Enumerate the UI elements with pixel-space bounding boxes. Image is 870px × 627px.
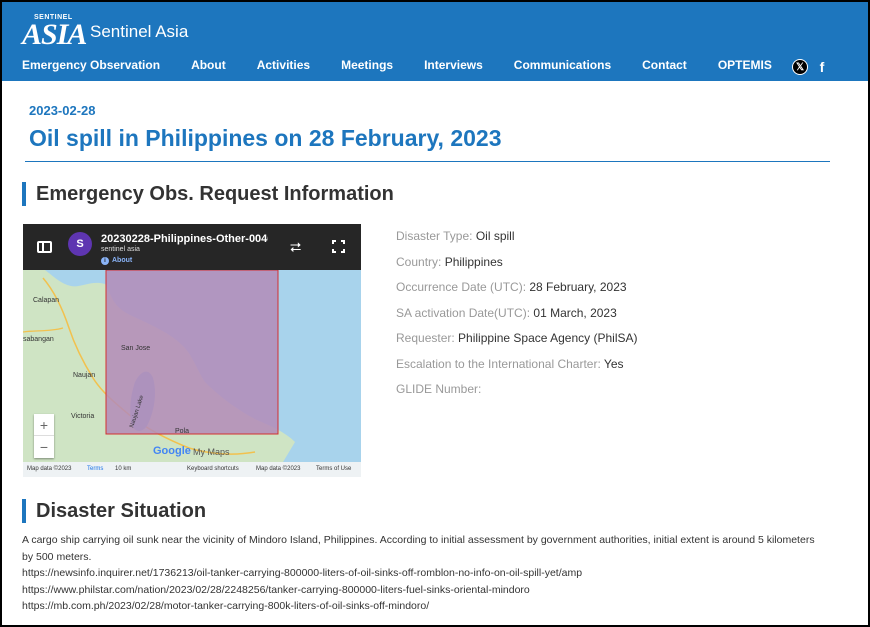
embedded-map[interactable]: S 20230228-Philippines-Other-0046 sentin… <box>23 224 361 477</box>
info-label: GLIDE Number: <box>396 382 482 396</box>
info-value: Oil spill <box>475 229 515 243</box>
social-links: 𝕏 f <box>792 59 828 75</box>
mymaps-label: My Maps <box>193 447 230 457</box>
map-about-link[interactable]: i About <box>101 257 132 265</box>
section-heading-disaster-situation: Disaster Situation <box>22 499 206 523</box>
avatar[interactable]: S <box>68 232 92 256</box>
map-data-text-2: Map data ©2023 <box>256 466 301 472</box>
nav-about[interactable]: About <box>191 58 226 72</box>
nav-activities[interactable]: Activities <box>257 58 310 72</box>
terms-of-use-link[interactable]: Terms of Use <box>316 466 351 472</box>
share-icon[interactable]: ⮂ <box>290 239 301 256</box>
post-date: 2023-02-28 <box>29 103 96 118</box>
info-label: Country: <box>396 254 442 269</box>
site-logo[interactable]: SENTINEL ASIA Sentinel Asia <box>22 14 189 51</box>
map-place-label: Calapan <box>33 297 59 304</box>
title-divider <box>25 161 830 162</box>
news-link[interactable]: https://mb.com.ph/2023/02/28/motor-tanke… <box>22 598 822 615</box>
map-owner: sentinel asia <box>101 246 140 253</box>
info-row-glide: GLIDE Number: <box>396 382 637 408</box>
zoom-out-button[interactable]: − <box>34 436 54 458</box>
map-data-text: Map data ©2023 <box>27 466 72 472</box>
situation-description: A cargo ship carrying oil sunk near the … <box>22 532 822 615</box>
nav-emergency-observation[interactable]: Emergency Observation <box>22 58 160 72</box>
nav-communications[interactable]: Communications <box>514 58 611 72</box>
map-canvas[interactable]: Calapan sabangan San Jose Naujan Naujan … <box>23 270 361 462</box>
side-panel-icon[interactable] <box>37 241 52 253</box>
site-header: SENTINEL ASIA Sentinel Asia Emergency Ob… <box>2 2 868 81</box>
info-label: Occurrence Date (UTC): <box>396 280 527 294</box>
info-value: 28 February, 2023 <box>529 280 627 294</box>
logo-big-text: ASIA <box>22 18 87 51</box>
nav-contact[interactable]: Contact <box>642 58 687 72</box>
info-label: Escalation to the International Charter: <box>396 356 601 371</box>
info-row-occurrence: Occurrence Date (UTC): 28 February, 2023 <box>396 280 637 306</box>
info-label: Disaster Type: <box>396 229 473 243</box>
info-label: SA activation Date(UTC): <box>396 305 531 320</box>
nav-meetings[interactable]: Meetings <box>341 58 393 72</box>
map-place-label: Victoria <box>71 413 94 420</box>
zoom-control: + − <box>34 414 54 458</box>
map-footer: Map data ©2023 Terms 10 km Keyboard shor… <box>23 462 361 477</box>
info-row-disaster-type: Disaster Type: Oil spill <box>396 229 637 255</box>
situation-text: A cargo ship carrying oil sunk near the … <box>22 534 815 563</box>
map-terms-link[interactable]: Terms <box>87 466 103 472</box>
facebook-icon[interactable]: f <box>816 59 828 75</box>
info-value: Philippines <box>444 254 503 269</box>
map-header-bar: S 20230228-Philippines-Other-0046 sentin… <box>23 224 361 270</box>
map-title: 20230228-Philippines-Other-0046 <box>101 233 268 245</box>
info-row-activation: SA activation Date(UTC): 01 March, 2023 <box>396 306 637 332</box>
main-nav: Emergency Observation About Activities M… <box>22 58 803 72</box>
site-name: Sentinel Asia <box>90 22 189 41</box>
info-row-country: Country: Philippines <box>396 255 637 281</box>
map-place-label: sabangan <box>23 336 54 343</box>
news-link[interactable]: https://www.philstar.com/nation/2023/02/… <box>22 582 822 599</box>
info-value: Philippine Space Agency (PhilSA) <box>458 331 638 345</box>
nav-optemis[interactable]: OPTEMIS <box>718 58 772 72</box>
info-icon: i <box>101 257 109 265</box>
map-scale: 10 km <box>115 466 132 472</box>
section-heading-request-info: Emergency Obs. Request Information <box>22 182 394 206</box>
fullscreen-icon[interactable] <box>332 240 345 253</box>
info-row-requester: Requester: Philippine Space Agency (Phil… <box>396 331 637 357</box>
map-place-label: Pola <box>175 428 189 435</box>
info-row-escalation: Escalation to the International Charter:… <box>396 357 637 383</box>
news-link[interactable]: https://newsinfo.inquirer.net/1736213/oi… <box>22 565 822 582</box>
info-label: Requester: <box>396 331 455 345</box>
google-logo: Google <box>153 445 191 457</box>
zoom-in-button[interactable]: + <box>34 414 54 436</box>
info-value: 01 March, 2023 <box>533 305 617 320</box>
oil-spill-polygon[interactable] <box>105 270 279 435</box>
keyboard-shortcuts-link[interactable]: Keyboard shortcuts <box>187 466 239 472</box>
x-logo-icon[interactable]: 𝕏 <box>792 59 808 75</box>
logo-mark: SENTINEL ASIA <box>22 14 87 51</box>
map-place-label: Naujan <box>73 372 95 379</box>
map-place-label: San Jose <box>121 345 150 352</box>
info-value: Yes <box>603 356 624 371</box>
map-about-label: About <box>112 257 133 264</box>
nav-interviews[interactable]: Interviews <box>424 58 483 72</box>
request-info-list: Disaster Type: Oil spill Country: Philip… <box>396 229 637 408</box>
page-title: Oil spill in Philippines on 28 February,… <box>29 125 502 151</box>
